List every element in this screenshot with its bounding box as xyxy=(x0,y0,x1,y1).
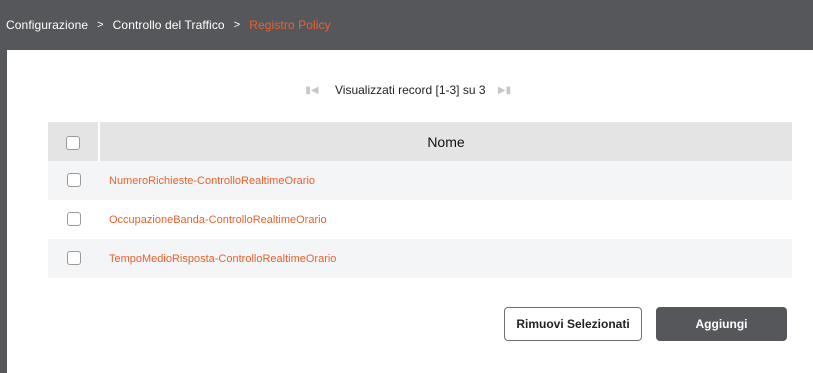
breadcrumb-item-controllo-traffico[interactable]: Controllo del Traffico xyxy=(113,18,225,32)
column-header-nome[interactable]: Nome xyxy=(99,122,792,161)
row-checkbox-cell xyxy=(48,200,99,239)
breadcrumb-item-registro-policy: Registro Policy xyxy=(249,18,331,32)
row-name-cell: NumeroRichieste-ControlloRealtimeOrario xyxy=(99,161,792,200)
row-name-cell: TempoMedioRisposta-ControlloRealtimeOrar… xyxy=(99,239,792,278)
breadcrumb-separator-icon: > xyxy=(233,19,241,31)
row-checkbox-cell xyxy=(48,239,99,278)
pagination: ▮◀ Visualizzati record [1-3] su 3 ▶▮ xyxy=(305,82,512,98)
select-all-cell xyxy=(48,122,100,161)
table-row: OccupazioneBanda-ControlloRealtimeOrario xyxy=(48,200,792,239)
first-page-icon[interactable]: ▮◀ xyxy=(305,85,319,96)
breadcrumb-separator-icon: > xyxy=(97,19,104,31)
breadcrumb-item-configurazione[interactable]: Configurazione xyxy=(6,18,88,32)
select-all-checkbox[interactable] xyxy=(66,135,80,150)
row-name-cell: OccupazioneBanda-ControlloRealtimeOrario xyxy=(99,200,792,239)
table-row: TempoMedioRisposta-ControlloRealtimeOrar… xyxy=(48,239,792,278)
add-button[interactable]: Aggiungi xyxy=(656,307,787,341)
row-checkbox[interactable] xyxy=(66,173,81,188)
policy-link[interactable]: NumeroRichieste-ControlloRealtimeOrario xyxy=(109,175,315,187)
table-header-row: Nome xyxy=(48,122,792,161)
policy-link[interactable]: OccupazioneBanda-ControlloRealtimeOrario xyxy=(109,214,327,226)
left-sidebar-strip xyxy=(0,50,7,373)
last-page-icon[interactable]: ▶▮ xyxy=(498,85,512,96)
policy-table: Nome NumeroRichieste-ControlloRealtimeOr… xyxy=(48,122,792,278)
row-checkbox[interactable] xyxy=(66,212,81,227)
remove-selected-button[interactable]: Rimuovi Selezionati xyxy=(504,307,642,341)
row-checkbox[interactable] xyxy=(66,251,81,266)
row-checkbox-cell xyxy=(48,161,99,200)
pagination-status: Visualizzati record [1-3] su 3 xyxy=(335,83,486,97)
breadcrumb: Configurazione > Controllo del Traffico … xyxy=(0,0,813,50)
table-row: NumeroRichieste-ControlloRealtimeOrario xyxy=(48,161,792,200)
policy-link[interactable]: TempoMedioRisposta-ControlloRealtimeOrar… xyxy=(109,253,336,265)
